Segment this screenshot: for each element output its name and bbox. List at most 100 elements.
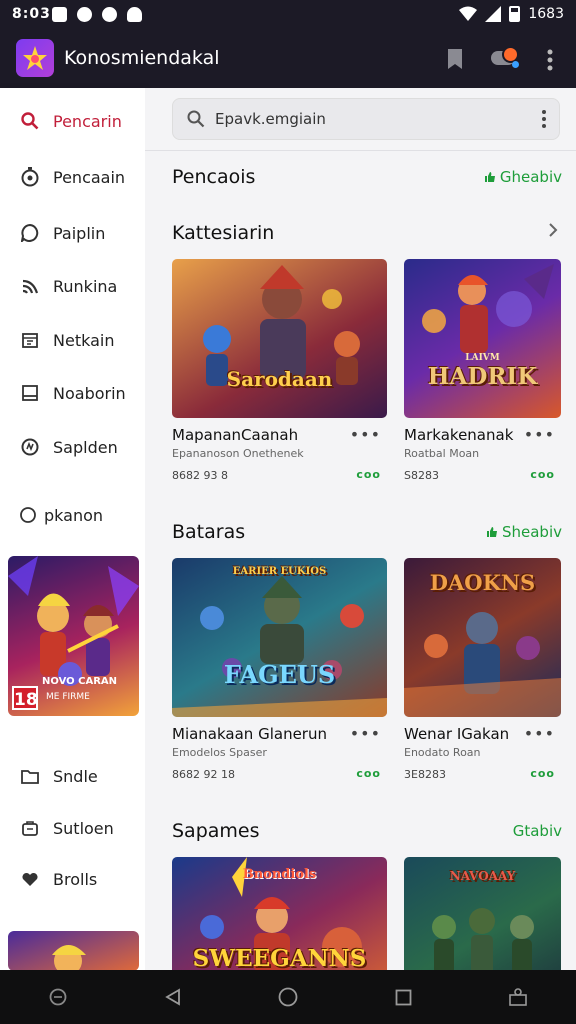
wifi-icon [459, 6, 478, 21]
card-more-icon[interactable]: ••• [350, 425, 381, 444]
thumbs-up-icon [484, 172, 495, 182]
drawer-item-search[interactable]: Pencarin [0, 104, 145, 138]
recents-button[interactable] [383, 977, 423, 1017]
drawer-item-label: Sndle [53, 766, 98, 786]
game-card[interactable]: NAVOAAY [404, 857, 561, 970]
game-art-title: NAVOAAY [449, 869, 516, 883]
drawer-promo-banner-2[interactable] [8, 931, 139, 970]
notification-icon [52, 7, 67, 22]
section-link-label: Sheabiv [501, 523, 562, 541]
nav-drawer: Pencarin Pencaain Paiplin Runkina Netkai… [0, 88, 145, 970]
drawer-item-label: Pencaain [53, 167, 126, 187]
drawer-promo-banner[interactable]: 18 NOVO CARAN ME FIRME [8, 556, 139, 716]
status-right: 1683 [459, 6, 564, 22]
home-button[interactable] [268, 977, 308, 1017]
game-art-subtitle: LAIVM [465, 353, 500, 363]
game-card[interactable]: SWEEGANNS Bnondiols [172, 857, 387, 970]
chevron-right-icon[interactable] [548, 222, 558, 238]
drawer-item-label: pkanon [44, 505, 104, 525]
back-button[interactable] [153, 977, 193, 1017]
section-link[interactable]: Sheabiv [486, 523, 562, 541]
section-link-label: Gheabiv [499, 168, 562, 186]
drawer-item-folder[interactable]: Sndle [0, 759, 145, 793]
section-title: Bataras [172, 521, 246, 543]
drawer-item-chat[interactable]: Paiplin [0, 216, 145, 250]
game-card[interactable]: Sarodaan MapananCaanah ••• Epananoson On… [172, 259, 387, 482]
game-status: coo [356, 468, 381, 481]
drawer-item-label: Brolls [53, 869, 98, 889]
drawer-item-label: Sutloen [53, 818, 114, 838]
game-subtitle: Epananoson Onethenek [172, 447, 304, 460]
game-card[interactable]: FAGEUS EARIER EUKIOS Mianakaan Glanerun … [172, 558, 387, 781]
cell-signal-icon [485, 6, 502, 22]
section-link[interactable]: Gheabiv [484, 168, 562, 186]
game-art [422, 264, 554, 353]
battery-icon [509, 6, 521, 22]
game-thumbnail: SWEEGANNS Bnondiols [172, 857, 387, 970]
folder-icon [20, 768, 40, 784]
game-status: coo [356, 767, 381, 780]
promo-title: NOVO CARAN [42, 676, 118, 687]
badge-icon [20, 438, 40, 456]
timer-icon [20, 167, 40, 187]
accessibility-button[interactable] [498, 977, 538, 1017]
game-art-title: FAGEUS [223, 660, 336, 689]
game-art-title: SWEEGANNS [192, 945, 367, 970]
drawer-item-label: Pencarin [53, 111, 122, 131]
search-icon [187, 110, 205, 128]
card-more-icon[interactable]: ••• [524, 425, 555, 444]
system-nav-bar [0, 970, 576, 1024]
assistant-button[interactable] [38, 977, 78, 1017]
window-icon [20, 385, 40, 401]
thumbs-up-icon [486, 527, 497, 537]
divider [145, 150, 576, 151]
game-card[interactable]: HADRIK LAIVM Markakenanak ••• Roatbal Mo… [404, 259, 561, 482]
promo-subtitle: ME FIRME [46, 692, 90, 702]
app-title: Konosmiendakal [64, 47, 220, 69]
section-link[interactable]: Gtabiv [513, 822, 562, 840]
game-meta: 8682 92 18 [172, 768, 235, 781]
drawer-item-heart[interactable]: Brolls [0, 862, 145, 896]
back-icon [164, 988, 180, 1006]
heart-icon [20, 872, 40, 887]
card-more-icon[interactable]: ••• [350, 724, 381, 743]
game-art [172, 576, 387, 717]
game-status: coo [530, 468, 555, 481]
calendar-icon [20, 332, 40, 348]
accessibility-icon [509, 988, 528, 1006]
game-art-title: HADRIK [427, 363, 538, 390]
chat-bubble-icon [20, 224, 40, 242]
search-input[interactable]: Epavk.emgiain [215, 110, 326, 128]
app-bar: Konosmiendakal [0, 30, 576, 88]
bag-icon [20, 820, 40, 836]
recents-icon [395, 989, 412, 1005]
profile-toggle-icon[interactable] [491, 46, 519, 70]
app-logo-icon[interactable] [16, 39, 54, 77]
search-more-icon[interactable] [541, 109, 547, 129]
game-subtitle: Roatbal Moan [404, 447, 480, 460]
game-thumbnail: HADRIK LAIVM [404, 259, 561, 418]
game-thumbnail: NAVOAAY [404, 857, 561, 970]
bookmark-icon[interactable] [446, 48, 464, 70]
assistant-icon [49, 988, 66, 1006]
card-more-icon[interactable]: ••• [524, 724, 555, 743]
search-bar[interactable]: Epavk.emgiain [172, 98, 560, 140]
drawer-item-timer[interactable]: Pencaain [0, 160, 145, 194]
game-art-title: DAOKNS [429, 570, 536, 595]
game-card[interactable]: DAOKNS Wenar IGakan ••• Enodato Roan 3E8… [404, 558, 561, 781]
status-icons [52, 7, 142, 22]
android-icon [127, 7, 142, 22]
section-link-label: Gtabiv [512, 822, 562, 840]
drawer-item-calendar[interactable]: Netkain [0, 323, 145, 357]
section-title: Kattesiarin [172, 222, 275, 244]
drawer-item-window[interactable]: Noaborin [0, 376, 145, 410]
drawer-item-bag[interactable]: Sutloen [0, 811, 145, 845]
drawer-item-signal[interactable]: Runkina [0, 269, 145, 303]
more-vert-icon[interactable] [546, 49, 554, 71]
drawer-item-badge[interactable]: Saplden [0, 430, 145, 464]
drawer-item-circle[interactable]: pkanon [0, 498, 145, 532]
status-right-text: 1683 [528, 6, 564, 22]
game-art-subtitle: Bnondiols [242, 867, 317, 882]
game-thumbnail: FAGEUS EARIER EUKIOS [172, 558, 387, 717]
drawer-item-label: Paiplin [53, 223, 106, 243]
